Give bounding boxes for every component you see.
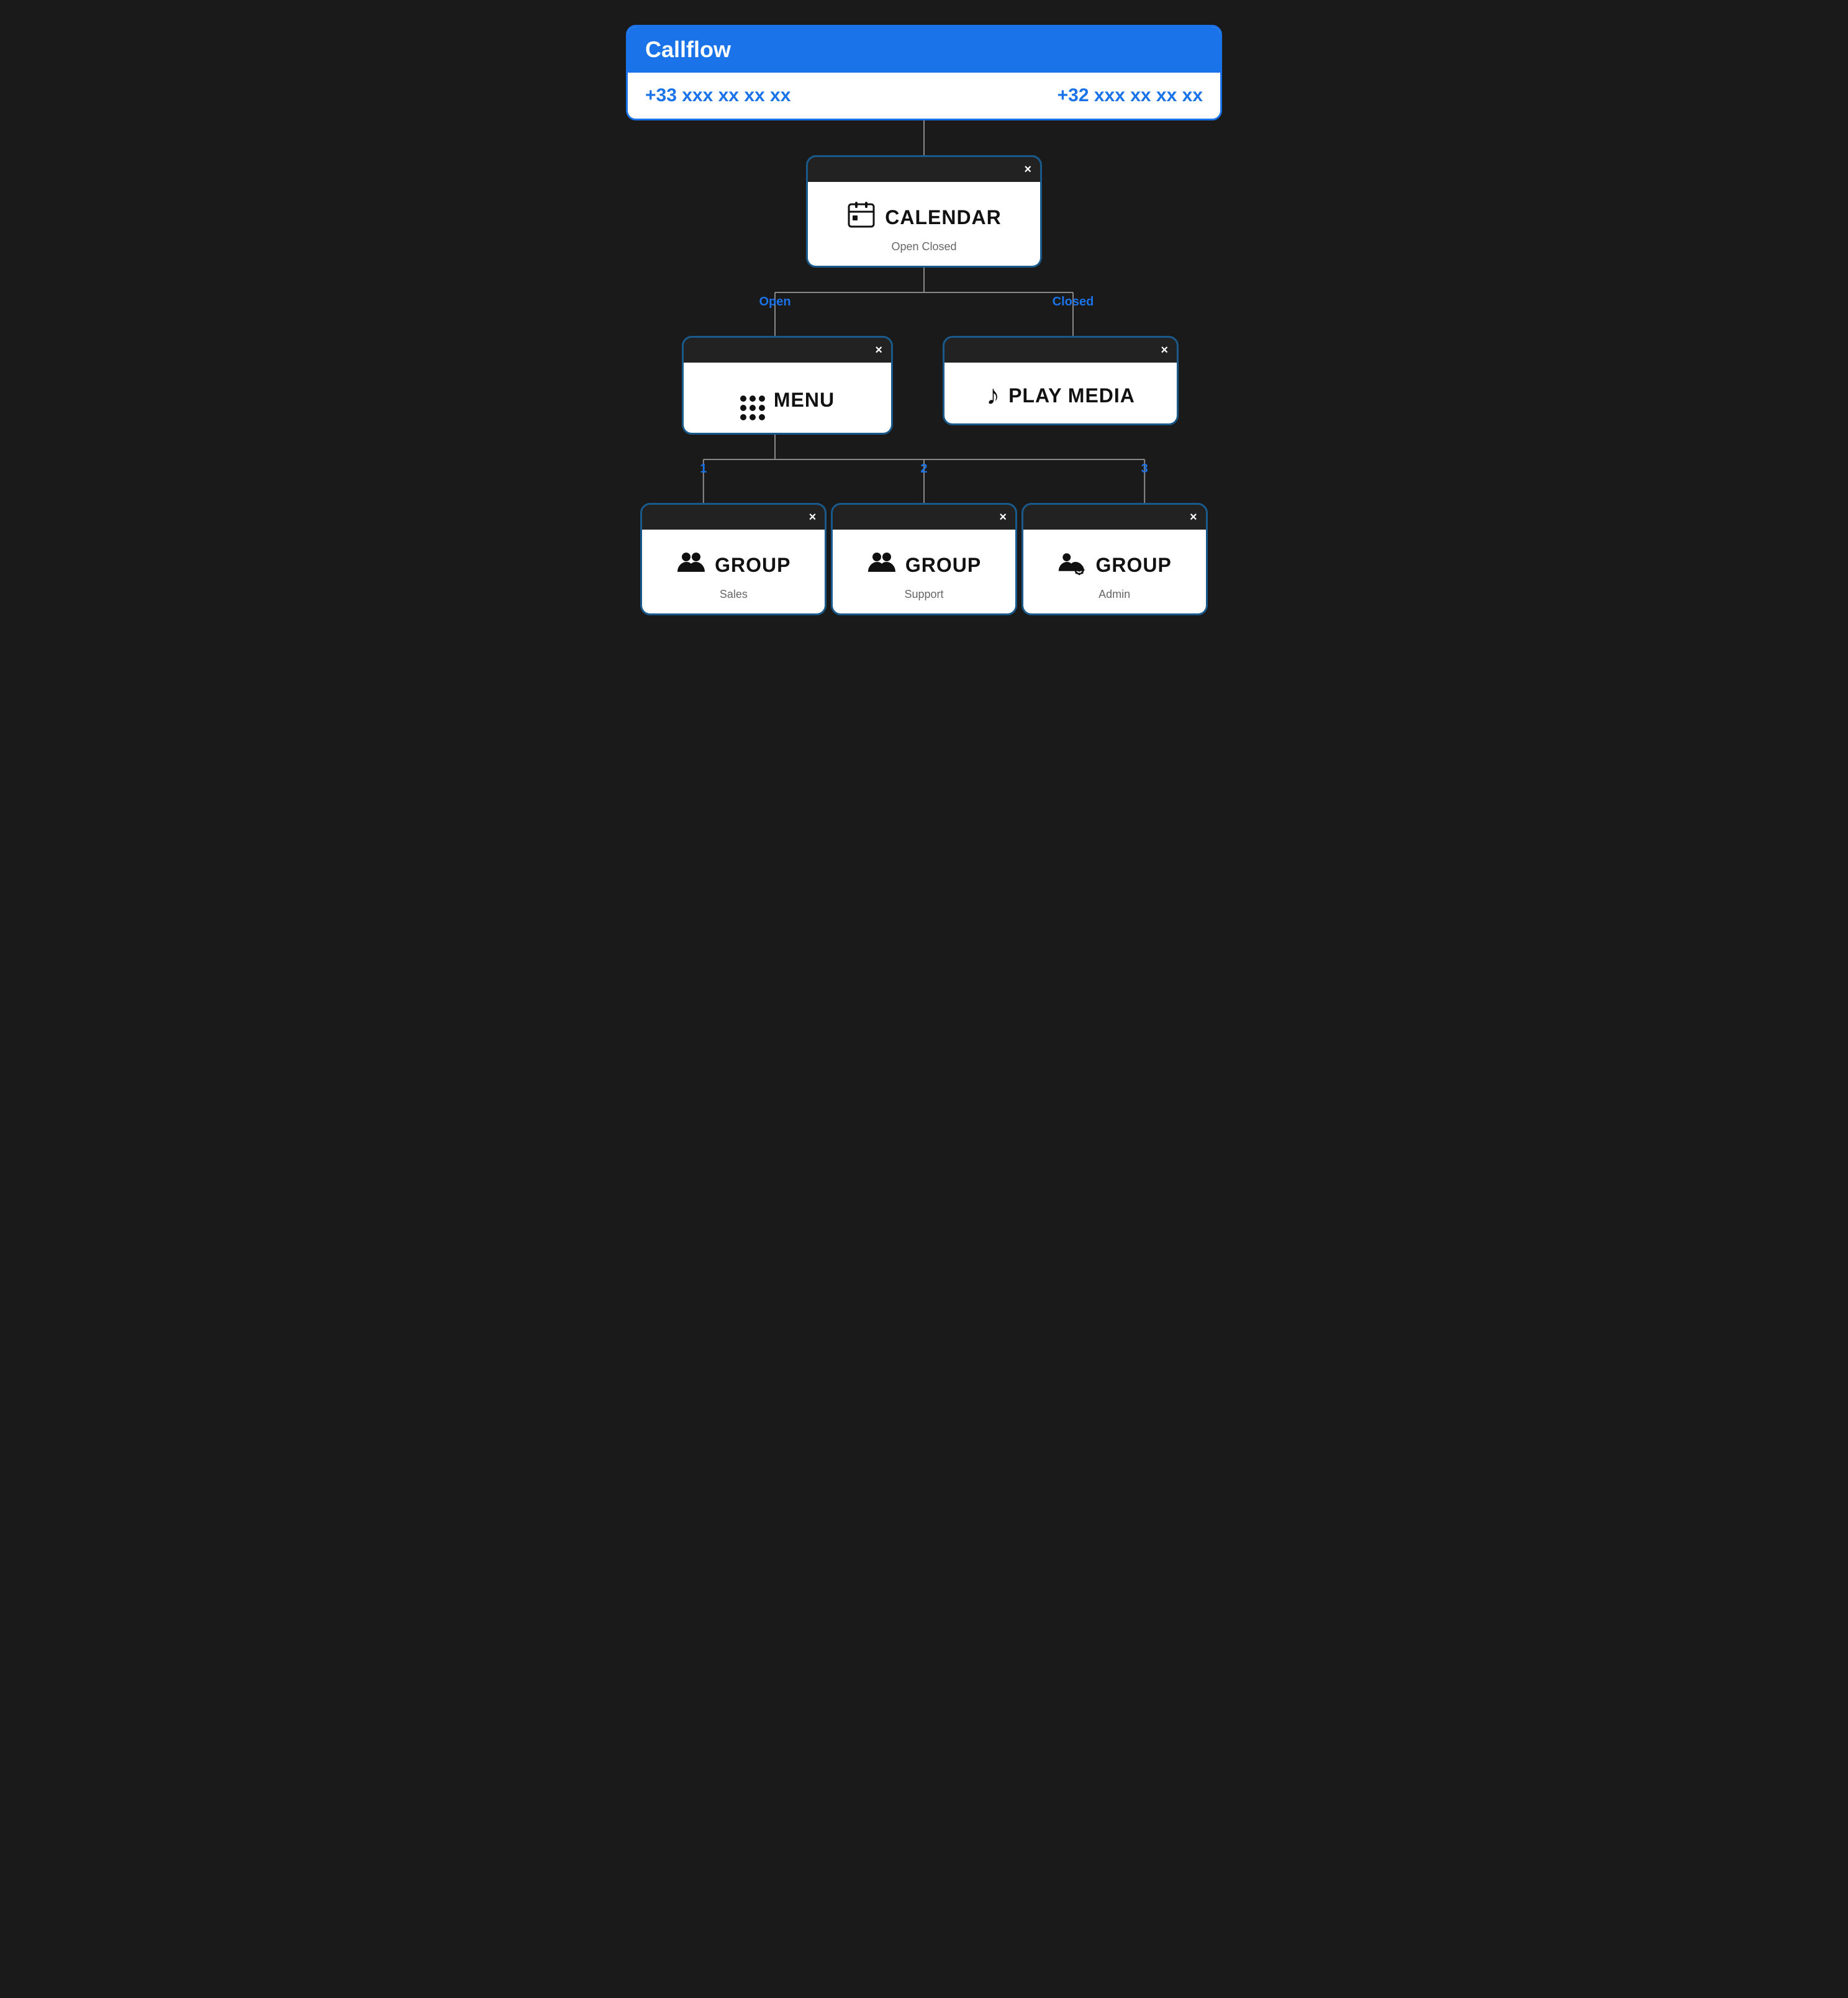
group-sales-body: GROUP Sales xyxy=(642,530,825,613)
group-support-body: GROUP Support xyxy=(833,530,1015,613)
branch-connector-2: 1 2 3 xyxy=(626,435,1222,503)
calendar-node-body: CALENDAR Open Closed xyxy=(808,182,1040,266)
callflow-numbers: +33 xxx xx xx xx +32 xxx xx xx xx xyxy=(628,73,1220,119)
connector-callflow-calendar xyxy=(923,120,925,155)
menu-close-button[interactable]: × xyxy=(875,344,882,356)
calendar-title: CALENDAR xyxy=(885,206,1002,229)
group-support-header: × xyxy=(833,505,1015,530)
group-support-col: × GROUP Support xyxy=(829,503,1020,615)
num2-label: 2 xyxy=(846,462,1002,476)
group-sales-icon-label: GROUP xyxy=(676,547,790,583)
group-support-close-button[interactable]: × xyxy=(999,511,1007,523)
group-admin-node: × xyxy=(1021,503,1208,615)
dots-grid-icon xyxy=(740,396,765,420)
calendar-icon-label: CALENDAR xyxy=(846,199,1002,235)
diagram-container: Callflow +33 xxx xx xx xx +32 xxx xx xx … xyxy=(626,25,1222,615)
menu-branch-col: × MENU xyxy=(651,336,924,435)
group-support-icon xyxy=(867,547,897,583)
menu-node-header: × xyxy=(684,338,891,363)
group-sales-close-button[interactable]: × xyxy=(809,511,817,523)
phone-number-left: +33 xxx xx xx xx xyxy=(645,85,790,106)
play-media-icon-label: ♪ PLAY MEDIA xyxy=(986,380,1135,411)
play-media-node-header: × xyxy=(944,338,1177,363)
callflow-box: Callflow +33 xxx xx xx xx +32 xxx xx xx … xyxy=(626,25,1222,120)
callflow-header: Callflow xyxy=(628,27,1220,73)
play-media-close-button[interactable]: × xyxy=(1161,344,1168,356)
group-support-title: GROUP xyxy=(905,554,981,577)
group-admin-col: × xyxy=(1019,503,1210,615)
branch-connector-1: Open Closed xyxy=(626,268,1222,336)
closed-label: Closed xyxy=(924,295,1222,309)
play-media-node: × ♪ PLAY MEDIA xyxy=(943,336,1179,425)
group-admin-icon xyxy=(1058,547,1087,583)
group-sales-subtitle: Sales xyxy=(720,588,748,601)
group-admin-icon-label: GROUP xyxy=(1058,547,1172,583)
group-sales-icon xyxy=(676,547,706,583)
group-admin-body: GROUP Admin xyxy=(1023,530,1206,613)
play-media-node-body: ♪ PLAY MEDIA xyxy=(944,363,1177,423)
callflow-title: Callflow xyxy=(645,37,731,62)
phone-number-right: +32 xxx xx xx xx xyxy=(1058,85,1203,106)
group-admin-subtitle: Admin xyxy=(1098,588,1130,601)
groups-row: × GROUP Sales xyxy=(626,503,1222,615)
music-note-icon: ♪ xyxy=(986,380,1000,411)
calendar-subtitle: Open Closed xyxy=(891,240,956,253)
calendar-node-header: × xyxy=(808,157,1040,182)
group-sales-header: × xyxy=(642,505,825,530)
group-admin-title: GROUP xyxy=(1096,554,1172,577)
calendar-close-button[interactable]: × xyxy=(1024,163,1031,176)
play-media-title: PLAY MEDIA xyxy=(1008,384,1135,407)
num1-label: 1 xyxy=(626,462,781,476)
menu-node-body: MENU xyxy=(684,363,891,433)
group-support-subtitle: Support xyxy=(904,588,943,601)
group-support-node: × GROUP Support xyxy=(831,503,1017,615)
group-sales-col: × GROUP Sales xyxy=(638,503,829,615)
calendar-node: × CALENDAR Open Closed xyxy=(806,155,1042,268)
group-sales-title: GROUP xyxy=(715,554,790,577)
group-support-icon-label: GROUP xyxy=(867,547,981,583)
menu-playmedia-row: × MENU xyxy=(626,336,1222,435)
menu-icon xyxy=(740,380,765,420)
group-sales-node: × GROUP Sales xyxy=(640,503,827,615)
group-admin-close-button[interactable]: × xyxy=(1190,511,1197,523)
menu-icon-label: MENU xyxy=(740,380,835,420)
menu-node: × MENU xyxy=(682,336,893,435)
play-media-branch-col: × ♪ PLAY MEDIA xyxy=(924,336,1197,425)
calendar-icon xyxy=(846,199,876,235)
open-label: Open xyxy=(626,295,924,309)
group-admin-header: × xyxy=(1023,505,1206,530)
num3-label: 3 xyxy=(1067,462,1222,476)
menu-title: MENU xyxy=(774,389,835,412)
